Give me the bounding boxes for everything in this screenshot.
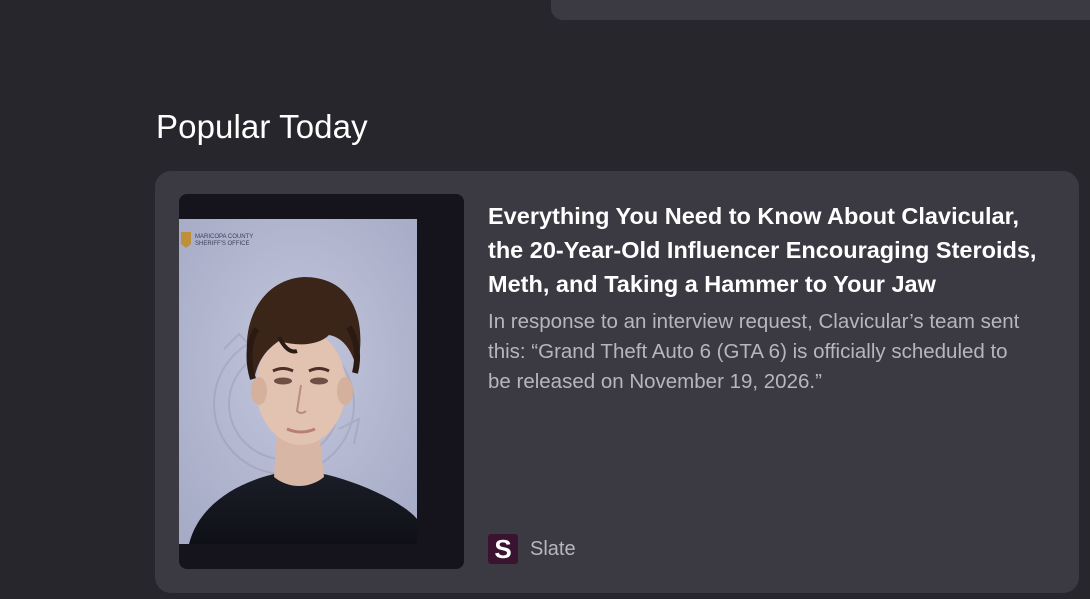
article-headline[interactable]: Everything You Need to Know About Clavic…: [488, 199, 1058, 301]
mugshot-photo: MARICOPA COUNTY SHERIFF'S OFFICE: [179, 219, 417, 544]
article-content: Everything You Need to Know About Clavic…: [488, 199, 1058, 397]
article-thumbnail[interactable]: MARICOPA COUNTY SHERIFF'S OFFICE: [179, 194, 464, 569]
top-search-panel: [551, 0, 1090, 20]
slate-logo-icon: S: [488, 534, 518, 564]
source-name: Slate: [530, 537, 576, 560]
section-title: Popular Today: [156, 108, 368, 145]
article-card[interactable]: MARICOPA COUNTY SHERIFF'S OFFICE Everyth…: [155, 171, 1079, 593]
article-excerpt: In response to an interview request, Cla…: [488, 310, 1020, 393]
badge-text-line1: MARICOPA COUNTY: [195, 234, 253, 240]
badge-text-line2: SHERIFF'S OFFICE: [195, 241, 249, 247]
article-source[interactable]: S Slate: [488, 533, 576, 565]
